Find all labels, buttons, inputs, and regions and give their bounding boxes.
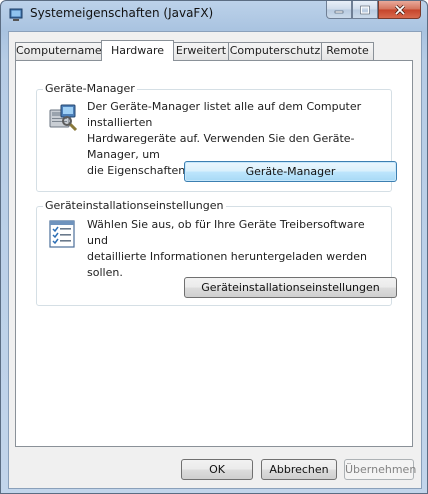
device-manager-icon [49, 104, 78, 132]
device-manager-description-line: Der Geräte-Manager listet alle auf dem C… [87, 100, 362, 129]
checklist-icon [49, 220, 75, 248]
minimize-icon [334, 10, 344, 13]
device-manager-group-title: Geräte-Manager [43, 82, 137, 95]
device-manager-button[interactable]: Geräte-Manager [184, 161, 397, 182]
minimize-button[interactable] [326, 1, 352, 19]
device-installation-description: Wählen Sie aus, ob für Ihre Geräte Treib… [87, 217, 387, 281]
device-manager-description-line: Hardwaregeräte auf. Verwenden Sie den Ge… [87, 132, 355, 161]
caption-buttons [326, 1, 421, 20]
window-title: Systemeigenschaften (JavaFX) [30, 6, 214, 20]
device-installation-group-title: Geräteinstallationseinstellungen [43, 199, 226, 212]
tab-hardware[interactable]: Hardware [101, 40, 174, 61]
device-manager-group: Geräte-Manager Der Geräte-Manager listet… [36, 82, 397, 192]
tab-computerschutz[interactable]: Computerschutz [228, 42, 322, 60]
computer-app-icon [9, 8, 23, 21]
device-installation-settings-button[interactable]: Geräteinstallationseinstellungen [184, 277, 397, 298]
cancel-button[interactable]: Abbrechen [261, 459, 337, 480]
apply-button[interactable]: Übernehmen [344, 459, 416, 480]
close-icon [394, 4, 405, 15]
device-installation-group: Geräteinstallationseinstellungen Wählen … [36, 199, 397, 306]
maximize-button[interactable] [352, 1, 378, 19]
dialog-client-area: Computername Hardware Erweitert Computer… [8, 31, 422, 489]
device-installation-description-line: Wählen Sie aus, ob für Ihre Geräte Treib… [87, 218, 365, 247]
hardware-tab-panel: Geräte-Manager Der Geräte-Manager listet… [15, 60, 413, 447]
maximize-icon [360, 5, 370, 14]
tab-erweitert[interactable]: Erweitert [173, 42, 229, 60]
tab-remote[interactable]: Remote [321, 42, 374, 60]
system-properties-window: Systemeigenschaften (JavaFX) Computernam… [0, 0, 428, 494]
tab-computername[interactable]: Computername [15, 42, 102, 60]
title-bar[interactable]: Systemeigenschaften (JavaFX) [1, 1, 427, 28]
ok-button[interactable]: OK [181, 459, 253, 480]
close-button[interactable] [378, 1, 421, 19]
